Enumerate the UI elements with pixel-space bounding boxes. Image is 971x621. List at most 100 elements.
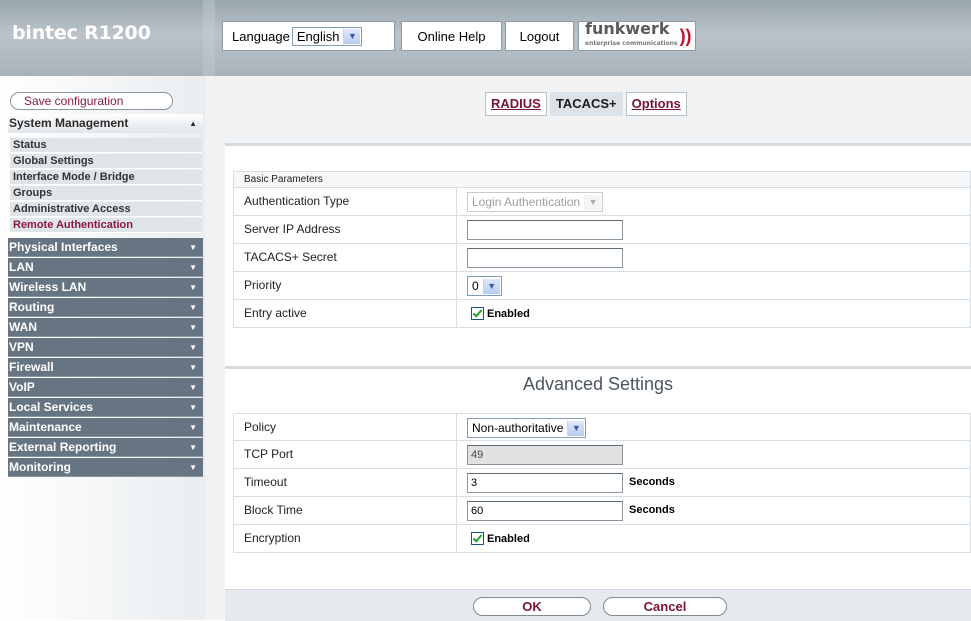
entry-active-label: Entry active [244,306,307,320]
logo-wordmark: funkwerk [585,18,670,38]
nav-physical-interfaces-label: Physical Interfaces [9,240,118,254]
logo-text: funkwerk enterprise communications [585,18,678,51]
nav-lan-label: LAN [9,260,34,274]
tcp-port-label: TCP Port [244,447,294,461]
nav-external-reporting[interactable]: External Reporting ▼ [8,438,203,457]
encryption-checkbox[interactable]: Enabled [471,532,530,545]
language-label: Language [232,28,290,44]
signal-waves-icon: )) [679,25,692,46]
row-block-time: Block Time 60 Seconds [233,497,971,525]
row-timeout: Timeout 3 Seconds [233,469,971,497]
nav-firewall-label: Firewall [9,360,54,374]
encryption-cell: Enabled [456,525,971,552]
nav-wireless-lan-label: Wireless LAN [9,280,87,294]
nav-sub-global-settings[interactable]: Global Settings [10,154,202,169]
ok-button[interactable]: OK [473,597,591,616]
server-ip-input[interactable] [467,220,623,240]
nav-system-management-label: System Management [9,116,129,130]
row-tacacs-secret: TACACS+ Secret [233,244,971,272]
language-select[interactable]: English ▼ [291,26,363,46]
authentication-type-cell: Login Authentication ▼ [456,188,971,215]
encryption-label: Encryption [244,531,301,545]
chevron-down-icon: ▼ [482,278,500,294]
authentication-type-value: Login Authentication [472,195,581,209]
policy-cell: Non-authoritative ▼ [456,414,971,441]
tacacs-secret-input[interactable] [467,248,623,268]
nav-physical-interfaces[interactable]: Physical Interfaces ▼ [8,238,203,257]
caret-up-icon: ▲ [189,119,197,128]
tab-bar: RADIUS TACACS+ Options [485,92,690,116]
online-help-label: Online Help [417,28,486,44]
brand-title: bintec R1200 [12,22,151,44]
caret-down-icon: ▼ [189,303,197,312]
nav-sub-remote-authentication[interactable]: Remote Authentication [10,218,202,233]
checkmark-icon [471,532,484,545]
nav-system-management[interactable]: System Management ▲ [8,114,203,133]
header-bar: bintec R1200 Language English ▼ Online H… [0,0,971,76]
nav-wan[interactable]: WAN ▼ [8,318,203,337]
nav-sub-status[interactable]: Status [10,138,202,153]
checkmark-icon [471,307,484,320]
nav-sub-groups[interactable]: Groups [10,186,202,201]
priority-label: Priority [244,278,282,292]
priority-select[interactable]: 0 ▼ [467,276,502,296]
timeout-input[interactable]: 3 [467,473,623,493]
policy-value: Non-authoritative [472,421,564,435]
authentication-type-label: Authentication Type [244,194,350,208]
nav-wireless-lan[interactable]: Wireless LAN ▼ [8,278,203,297]
chevron-down-icon: ▼ [584,194,602,210]
nav-local-services[interactable]: Local Services ▼ [8,398,203,417]
tab-options[interactable]: Options [625,92,687,116]
caret-down-icon: ▼ [189,243,197,252]
policy-select[interactable]: Non-authoritative ▼ [467,418,587,438]
nav-vpn-label: VPN [9,340,34,354]
timeout-cell: 3 Seconds [456,469,971,496]
language-value: English [296,28,340,44]
cancel-button[interactable]: Cancel [603,597,727,616]
block-time-input[interactable]: 60 [467,501,623,521]
nav-voip[interactable]: VoIP ▼ [8,378,203,397]
tab-radius[interactable]: RADIUS [485,92,547,116]
encryption-check-label: Enabled [487,532,530,545]
row-entry-active: Entry active Enabled [233,300,971,328]
nav-lan[interactable]: LAN ▼ [8,258,203,277]
nav-vpn[interactable]: VPN ▼ [8,338,203,357]
advanced-settings-title: Advanced Settings [522,374,674,394]
caret-down-icon: ▼ [189,443,197,452]
advanced-settings-panel: Advanced Settings Policy Non-authoritati… [225,366,971,589]
save-configuration-button[interactable]: Save configuration [10,92,173,110]
nav-monitoring-label: Monitoring [9,460,71,474]
online-help-button[interactable]: Online Help [401,21,502,51]
tacacs-secret-label: TACACS+ Secret [244,250,337,264]
caret-down-icon: ▼ [189,263,197,272]
block-time-cell: 60 Seconds [456,497,971,524]
caret-down-icon: ▼ [189,283,197,292]
logout-button[interactable]: Logout [505,21,574,51]
tcp-port-cell: 49 [456,441,971,468]
nav-sub-administrative-access[interactable]: Administrative Access [10,202,202,217]
entry-active-check-label: Enabled [487,307,530,320]
nav-sub-interface-mode[interactable]: Interface Mode / Bridge [10,170,202,185]
nav-monitoring[interactable]: Monitoring ▼ [8,458,203,477]
main-content: RADIUS TACACS+ Options Basic Parameters … [205,76,971,621]
entry-active-checkbox[interactable]: Enabled [471,307,530,320]
authentication-type-select: Login Authentication ▼ [467,192,604,212]
tab-tacacs[interactable]: TACACS+ [549,92,623,116]
nav-external-reporting-label: External Reporting [9,440,117,454]
nav-routing[interactable]: Routing ▼ [8,298,203,317]
chevron-down-icon: ▼ [567,420,585,436]
timeout-unit: Seconds [629,476,675,488]
nav-routing-label: Routing [9,300,55,314]
caret-down-icon: ▼ [189,363,197,372]
tcp-port-input[interactable]: 49 [467,445,623,465]
row-policy: Policy Non-authoritative ▼ [233,413,971,441]
nav-maintenance[interactable]: Maintenance ▼ [8,418,203,437]
nav-wan-label: WAN [9,320,37,334]
basic-parameters-panel: Basic Parameters Authentication Type Log… [225,143,971,366]
caret-down-icon: ▼ [189,423,197,432]
header-divider [203,0,215,76]
entry-active-cell: Enabled [456,300,971,327]
logout-label: Logout [519,28,560,44]
block-time-unit: Seconds [629,504,675,516]
nav-firewall[interactable]: Firewall ▼ [8,358,203,377]
